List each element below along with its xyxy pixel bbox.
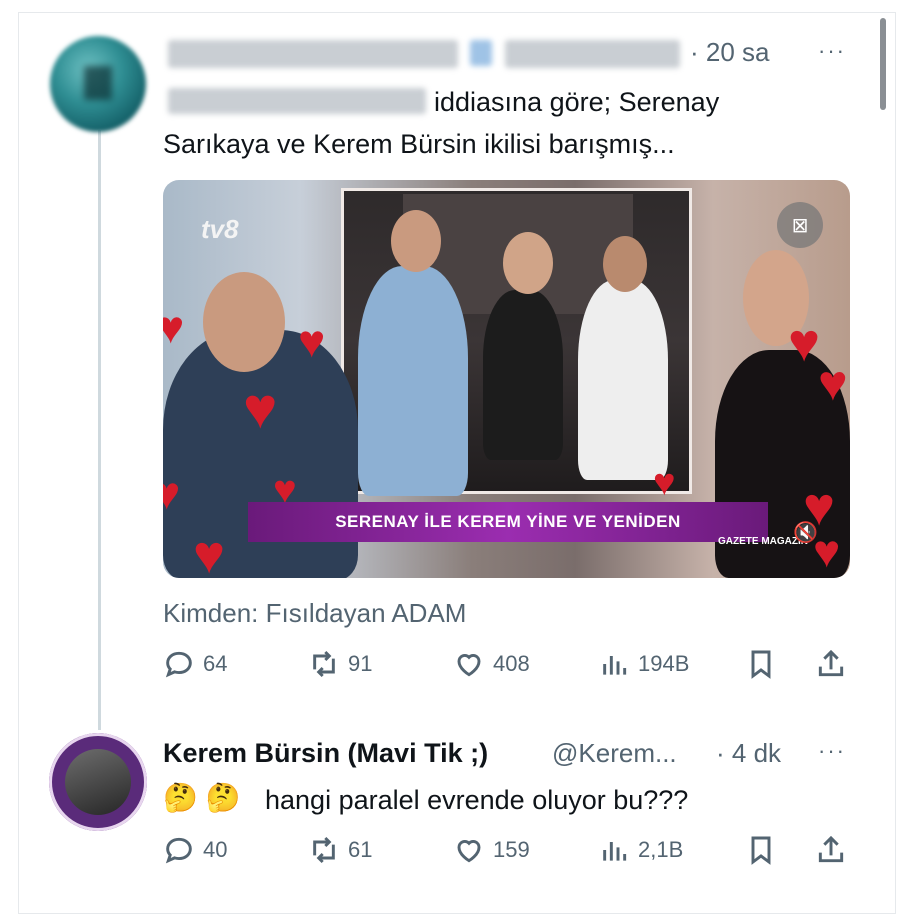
tweet-time[interactable]: · 20 sa — [690, 37, 770, 68]
man-left-head — [203, 272, 285, 372]
share-icon — [818, 835, 844, 863]
retweet-count: 61 — [348, 837, 373, 862]
banner-text: SERENAY İLE KEREM YİNE VE YENİDEN — [335, 512, 681, 531]
more-options-icon[interactable]: ··· — [818, 738, 846, 764]
tweet-text-line1: iddiasına göre; Serenay — [434, 87, 720, 117]
tweet-text: hangi paralel evrende oluyor bu??? — [265, 785, 689, 815]
man-blue-shirt-head — [391, 210, 441, 272]
tweet-text-line2: Sarıkaya ve Kerem Bürsin ikilisi barışmı… — [163, 129, 675, 159]
bookmark-button[interactable] — [745, 834, 777, 866]
retweet-icon — [313, 650, 335, 678]
reply-icon — [165, 651, 192, 678]
tweet-media-image[interactable]: ♥ ♥ ♥ ♥ ♥ ♥ ♥ ♥ ♥ ♥ ♥ tv8 SERENAY İLE KE… — [163, 180, 850, 578]
news-banner: SERENAY İLE KEREM YİNE VE YENİDEN — [248, 502, 768, 542]
man-white-shirt-head — [603, 236, 647, 292]
image-no-alt-icon[interactable]: ⊠ — [777, 202, 823, 248]
heart-decoration: ♥ — [163, 301, 185, 353]
like-count: 408 — [493, 651, 530, 676]
redacted-display-name — [168, 40, 458, 68]
woman-black-dress-figure — [483, 290, 563, 460]
reply-icon — [165, 837, 192, 864]
heart-decoration: ♥ — [243, 376, 278, 441]
analytics-icon — [603, 656, 627, 675]
tweet-time[interactable]: · 4 dk — [716, 738, 781, 769]
thinking-emoji: 🤔 🤔 — [163, 782, 241, 813]
reply-count: 64 — [203, 651, 228, 676]
redacted-mention — [168, 88, 426, 114]
heart-decoration: ♥ — [193, 525, 226, 578]
blurred-avatar[interactable] — [50, 36, 146, 132]
views-button[interactable]: 194B — [598, 648, 689, 680]
reply-count: 40 — [203, 837, 228, 862]
more-options-icon[interactable]: ··· — [818, 38, 846, 64]
reply-button[interactable]: 40 — [163, 834, 227, 866]
redacted-verified-badge — [470, 40, 492, 66]
retweet-button[interactable]: 61 — [308, 834, 372, 866]
avatar-photo — [65, 749, 131, 815]
views-button[interactable]: 2,1B — [598, 834, 683, 866]
tweet-source-text: Kimden: Fısıldayan ADAM — [163, 598, 467, 628]
thread-line — [98, 130, 101, 730]
display-name[interactable]: Kerem Bürsin (Mavi Tik ;) — [163, 738, 488, 769]
like-button[interactable]: 408 — [453, 648, 530, 680]
woman-head — [503, 232, 553, 294]
heart-decoration: ♥ — [818, 355, 848, 411]
heart-icon — [457, 839, 481, 863]
retweet-icon — [313, 836, 335, 864]
scrollbar[interactable] — [880, 18, 886, 110]
reply-button[interactable]: 64 — [163, 648, 227, 680]
heart-icon — [457, 653, 481, 677]
view-count: 2,1B — [638, 837, 684, 862]
tweet-2-actions: 40 61 159 2,1B — [163, 834, 853, 874]
heart-decoration: ♥ — [298, 315, 326, 367]
bookmark-button[interactable] — [745, 648, 777, 680]
heart-decoration: ♥ — [653, 462, 676, 504]
bookmark-icon — [751, 836, 771, 865]
like-button[interactable]: 159 — [453, 834, 530, 866]
like-count: 159 — [493, 837, 530, 862]
bookmark-icon — [751, 650, 771, 679]
share-icon — [818, 649, 844, 677]
retweet-count: 91 — [348, 651, 373, 676]
mute-icon[interactable]: 🔇 — [793, 520, 818, 545]
analytics-icon — [603, 842, 627, 861]
share-button[interactable] — [815, 834, 847, 866]
user-handle[interactable]: @Kerem... — [552, 738, 677, 769]
heart-decoration: ♥ — [788, 313, 821, 373]
redacted-handle — [505, 40, 680, 68]
man-blue-shirt-figure — [358, 266, 468, 496]
man-white-shirt-figure — [578, 280, 668, 480]
channel-logo: tv8 — [201, 214, 239, 244]
avatar[interactable] — [49, 733, 147, 831]
view-count: 194B — [638, 651, 690, 676]
heart-decoration: ♥ — [163, 467, 181, 519]
tweet-1-actions: 64 91 408 194B — [163, 648, 853, 688]
share-button[interactable] — [815, 648, 847, 680]
retweet-button[interactable]: 91 — [308, 648, 372, 680]
